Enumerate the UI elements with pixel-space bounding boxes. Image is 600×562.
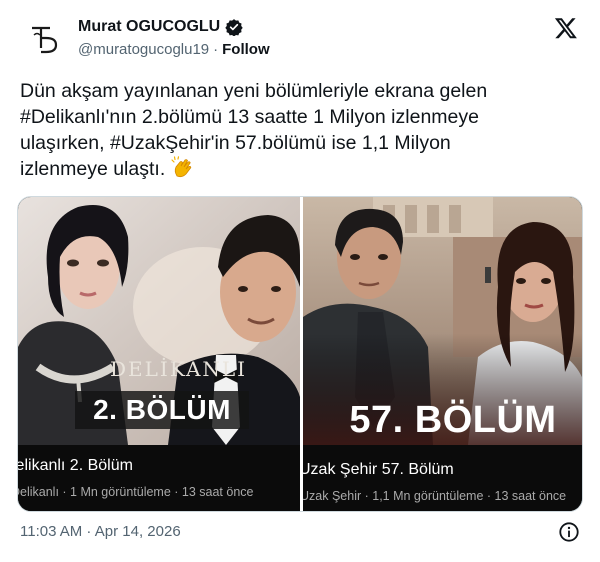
series-logo-text: DELİKANLI <box>110 357 248 381</box>
tweet-text: Dün akşam yayınlanan yeni bölümleriyle e… <box>20 78 580 182</box>
handle-separator: · <box>213 41 219 58</box>
follow-button[interactable]: Follow <box>222 41 270 58</box>
video-card-uzak-sehir[interactable]: 57. BÖLÜM Uzak Şehir 57. Bölüm Uzak Şehi… <box>303 197 582 511</box>
user-handle[interactable]: @muratogucoglu19 <box>78 41 209 58</box>
info-icon[interactable] <box>558 521 580 543</box>
episode-badge: 2. BÖLÜM <box>75 391 249 429</box>
video-thumbnail[interactable]: DELİKANLI 2. BÖLÜM <box>18 197 300 445</box>
tweet-header: Murat OGUCOGLU @muratogucoglu19 · Follow <box>20 12 584 64</box>
video-title[interactable]: Delikanlı 2. Bölüm <box>18 457 133 475</box>
video-meta: Delikanlı · 1 Mn görüntüleme · 13 saat ö… <box>18 485 254 499</box>
video-title[interactable]: Uzak Şehir 57. Bölüm <box>303 461 454 479</box>
episode-badge: 57. BÖLÜM <box>349 398 557 441</box>
tweet-line: Dün akşam yayınlanan yeni bölümleriyle e… <box>20 80 488 102</box>
video-card-delikanli[interactable]: DELİKANLI 2. BÖLÜM Delikanlı 2. Bölüm De… <box>18 197 300 511</box>
display-name[interactable]: Murat OGUCOGLU <box>78 18 220 36</box>
td-monogram-icon <box>32 26 58 54</box>
tweet-line-last: izlenmeye ulaştı. <box>20 156 580 182</box>
tweet-footer: 11:03 AM · Apr 14, 2026 <box>20 520 584 546</box>
tweet-line: #Delikanlı'nın 2.bölümü 13 saatte 1 Mily… <box>20 106 479 128</box>
clapping-hands-emoji <box>171 156 191 178</box>
video-meta: Uzak Şehir · 1,1 Mn görüntüleme · 13 saa… <box>303 489 567 503</box>
x-logo-icon[interactable] <box>554 16 578 40</box>
video-info-bar: Uzak Şehir 57. Bölüm Uzak Şehir · 1,1 Mn… <box>303 445 582 511</box>
tweet-timestamp[interactable]: 11:03 AM · Apr 14, 2026 <box>20 523 181 540</box>
video-thumbnail[interactable]: 57. BÖLÜM <box>303 197 582 445</box>
verified-badge-icon <box>225 19 243 36</box>
tweet-line: izlenmeye ulaştı. <box>20 158 166 180</box>
video-info-bar: Delikanlı 2. Bölüm Delikanlı · 1 Mn görü… <box>18 445 300 511</box>
avatar[interactable] <box>20 14 68 62</box>
media-grid: DELİKANLI 2. BÖLÜM Delikanlı 2. Bölüm De… <box>17 196 583 512</box>
tweet-line: ulaşırken, #UzakŞehir'in 57.bölümü ise 1… <box>20 132 451 154</box>
